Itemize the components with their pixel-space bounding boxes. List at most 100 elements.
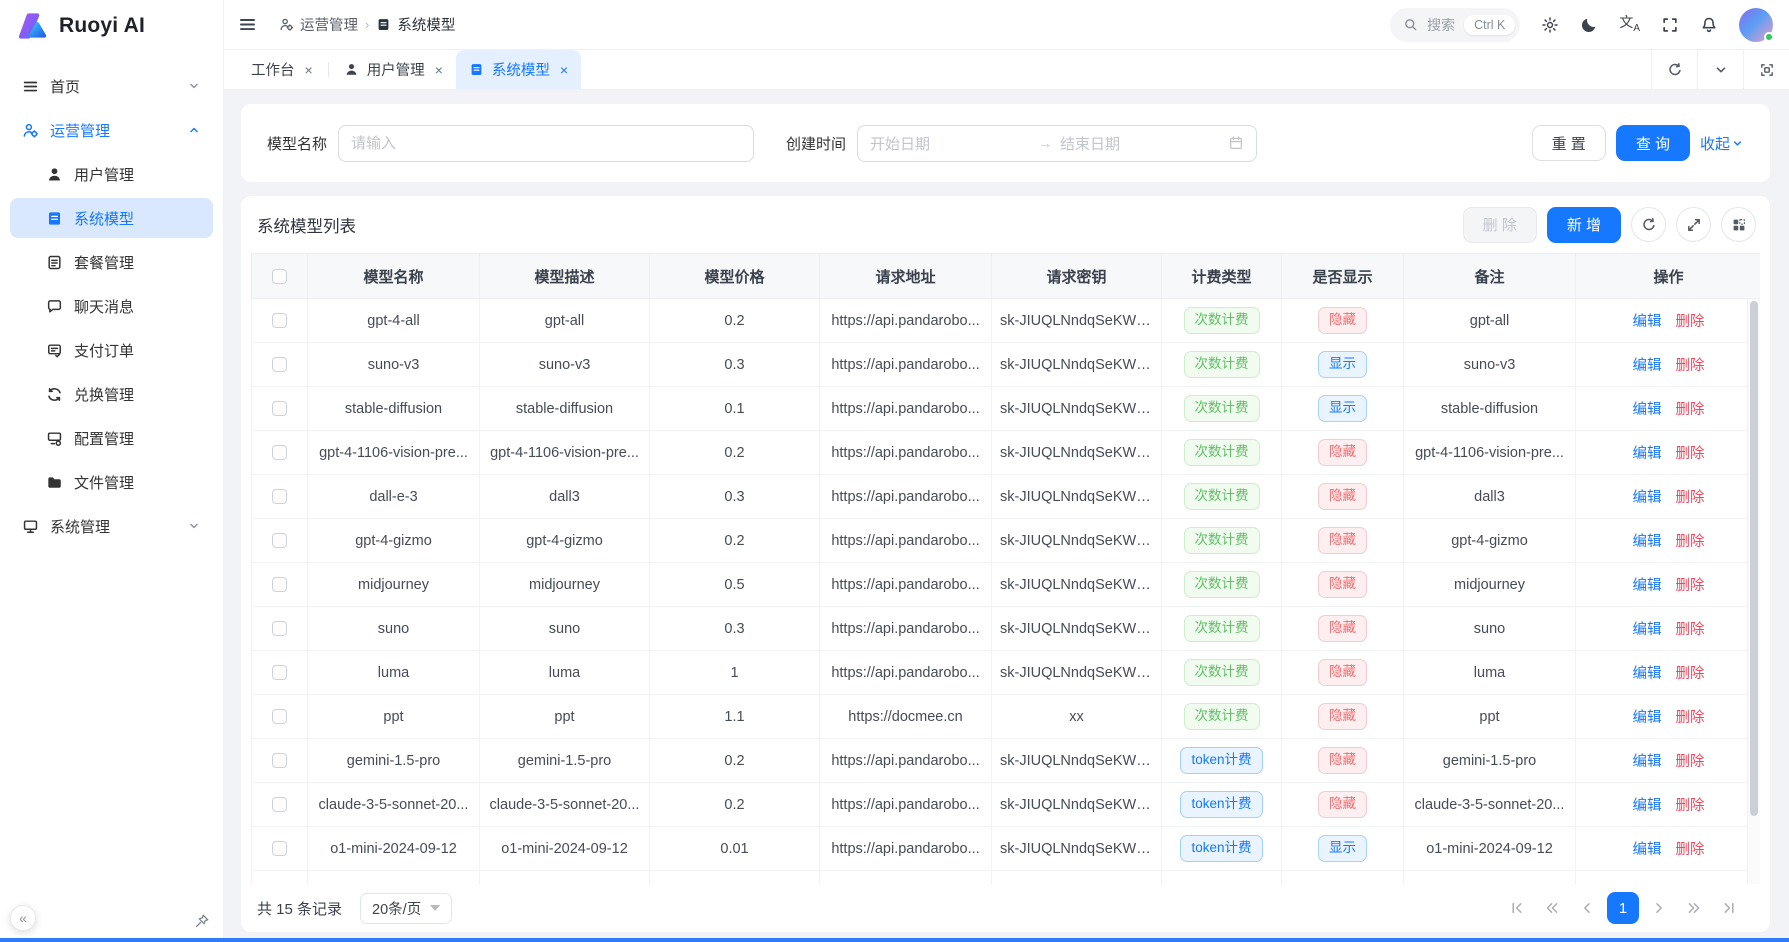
sidebar-item-config-mgmt[interactable]: 配置管理 <box>10 418 213 458</box>
sidebar-item-redeem-mgmt[interactable]: 兑换管理 <box>10 374 213 414</box>
delete-link[interactable]: 删除 <box>1676 578 1705 594</box>
row-checkbox[interactable] <box>272 621 287 636</box>
brand[interactable]: Ruoyi AI <box>0 0 223 52</box>
tab-close-icon[interactable]: × <box>305 62 313 78</box>
current-page[interactable]: 1 <box>1607 892 1639 924</box>
row-checkbox[interactable] <box>272 401 287 416</box>
row-checkbox[interactable] <box>272 709 287 724</box>
column-header[interactable]: 模型价格 <box>650 254 820 299</box>
column-header[interactable]: 模型描述 <box>480 254 650 299</box>
last-page-button[interactable] <box>1714 893 1744 923</box>
settings-gear-icon[interactable] <box>1541 16 1559 34</box>
refresh-page-icon[interactable] <box>1651 50 1697 89</box>
sidebar-item-payment-orders[interactable]: 支付订单 <box>10 330 213 370</box>
tab-user-mgmt[interactable]: 用户管理× <box>331 50 456 89</box>
delete-link[interactable]: 删除 <box>1676 358 1705 374</box>
sidebar-item-chat-messages[interactable]: 聊天消息 <box>10 286 213 326</box>
delete-link[interactable]: 删除 <box>1676 490 1705 506</box>
collapse-filter-link[interactable]: 收起 <box>1700 133 1744 154</box>
tab-system-model[interactable]: 系统模型× <box>456 50 581 89</box>
column-header[interactable]: 请求地址 <box>820 254 992 299</box>
dark-mode-moon-icon[interactable] <box>1580 16 1598 34</box>
breadcrumb-parent[interactable]: 运营管理 <box>279 14 358 35</box>
edit-link[interactable]: 编辑 <box>1633 622 1662 638</box>
column-header[interactable]: 模型名称 <box>308 254 480 299</box>
column-header[interactable]: 备注 <box>1404 254 1576 299</box>
column-header[interactable]: 是否显示 <box>1282 254 1404 299</box>
delete-link[interactable]: 删除 <box>1676 534 1705 550</box>
fullscreen-icon[interactable] <box>1661 16 1679 34</box>
tab-close-icon[interactable]: × <box>560 62 568 78</box>
column-settings-icon[interactable] <box>1721 207 1756 242</box>
prev-5-pages-button[interactable] <box>1537 893 1567 923</box>
edit-link[interactable]: 编辑 <box>1633 710 1662 726</box>
tab-options-chevron-icon[interactable] <box>1697 50 1743 89</box>
tab-workbench[interactable]: 工作台× <box>238 50 326 89</box>
delete-link[interactable]: 删除 <box>1676 314 1705 330</box>
sidebar-item-package-mgmt[interactable]: 套餐管理 <box>10 242 213 282</box>
column-header[interactable]: 请求密钥 <box>992 254 1162 299</box>
refresh-table-icon[interactable] <box>1631 207 1666 242</box>
row-checkbox[interactable] <box>272 357 287 372</box>
notifications-bell-icon[interactable] <box>1700 16 1718 34</box>
add-button[interactable]: 新 增 <box>1547 207 1621 243</box>
next-page-button[interactable] <box>1644 893 1674 923</box>
page-size-select[interactable]: 20条/页 <box>360 893 452 924</box>
delete-link[interactable]: 删除 <box>1676 710 1705 726</box>
edit-link[interactable]: 编辑 <box>1633 798 1662 814</box>
row-checkbox[interactable] <box>272 577 287 592</box>
tab-close-icon[interactable]: × <box>435 62 443 78</box>
delete-link[interactable]: 删除 <box>1676 446 1705 462</box>
row-checkbox[interactable] <box>272 313 287 328</box>
date-range-picker[interactable]: 开始日期 → 结束日期 <box>857 125 1257 162</box>
delete-link[interactable]: 删除 <box>1676 798 1705 814</box>
pin-sidebar-icon[interactable] <box>194 913 210 929</box>
edit-link[interactable]: 编辑 <box>1633 314 1662 330</box>
edit-link[interactable]: 编辑 <box>1633 358 1662 374</box>
prev-page-button[interactable] <box>1572 893 1602 923</box>
edit-link[interactable]: 编辑 <box>1633 754 1662 770</box>
column-header[interactable]: 操作 <box>1576 254 1761 299</box>
language-translate-icon[interactable]: 文A <box>1619 15 1640 34</box>
sidebar-item-file-mgmt[interactable]: 文件管理 <box>10 462 213 502</box>
edit-link[interactable]: 编辑 <box>1633 666 1662 682</box>
delete-link[interactable]: 删除 <box>1676 666 1705 682</box>
edit-link[interactable]: 编辑 <box>1633 578 1662 594</box>
edit-link[interactable]: 编辑 <box>1633 446 1662 462</box>
reset-button[interactable]: 重 置 <box>1532 125 1606 161</box>
column-header[interactable]: 计费类型 <box>1162 254 1282 299</box>
row-checkbox[interactable] <box>272 533 287 548</box>
edit-link[interactable]: 编辑 <box>1633 402 1662 418</box>
maximize-content-icon[interactable] <box>1743 50 1789 89</box>
edit-link[interactable]: 编辑 <box>1633 490 1662 506</box>
model-name-input[interactable] <box>338 125 754 162</box>
delete-link[interactable]: 删除 <box>1676 402 1705 418</box>
row-checkbox[interactable] <box>272 445 287 460</box>
row-checkbox[interactable] <box>272 797 287 812</box>
edit-link[interactable]: 编辑 <box>1633 842 1662 858</box>
sidebar-toggle-icon[interactable] <box>238 15 257 34</box>
table-scrollbar[interactable] <box>1747 299 1760 884</box>
query-button[interactable]: 查 询 <box>1616 125 1690 161</box>
row-checkbox[interactable] <box>272 665 287 680</box>
sidebar-item-user-mgmt[interactable]: 用户管理 <box>10 154 213 194</box>
row-checkbox[interactable] <box>272 841 287 856</box>
global-search[interactable]: 搜索 Ctrl K <box>1390 8 1520 42</box>
row-checkbox[interactable] <box>272 753 287 768</box>
row-checkbox[interactable] <box>272 489 287 504</box>
breadcrumb-current[interactable]: 系统模型 <box>376 14 455 35</box>
delete-button[interactable]: 删 除 <box>1463 207 1537 243</box>
expand-table-icon[interactable] <box>1676 207 1711 242</box>
sidebar-item-system-model[interactable]: 系统模型 <box>10 198 213 238</box>
scrollbar-thumb[interactable] <box>1750 301 1758 816</box>
user-avatar[interactable] <box>1739 8 1773 42</box>
delete-link[interactable]: 删除 <box>1676 622 1705 638</box>
sidebar-item-operation-mgmt[interactable]: 运营管理 <box>10 110 213 150</box>
delete-link[interactable]: 删除 <box>1676 842 1705 858</box>
sidebar-item-home[interactable]: 首页 <box>10 66 213 106</box>
sidebar-item-system-mgmt[interactable]: 系统管理 <box>10 506 213 546</box>
next-5-pages-button[interactable] <box>1679 893 1709 923</box>
delete-link[interactable]: 删除 <box>1676 754 1705 770</box>
first-page-button[interactable] <box>1502 893 1532 923</box>
select-all-checkbox[interactable] <box>272 269 287 284</box>
